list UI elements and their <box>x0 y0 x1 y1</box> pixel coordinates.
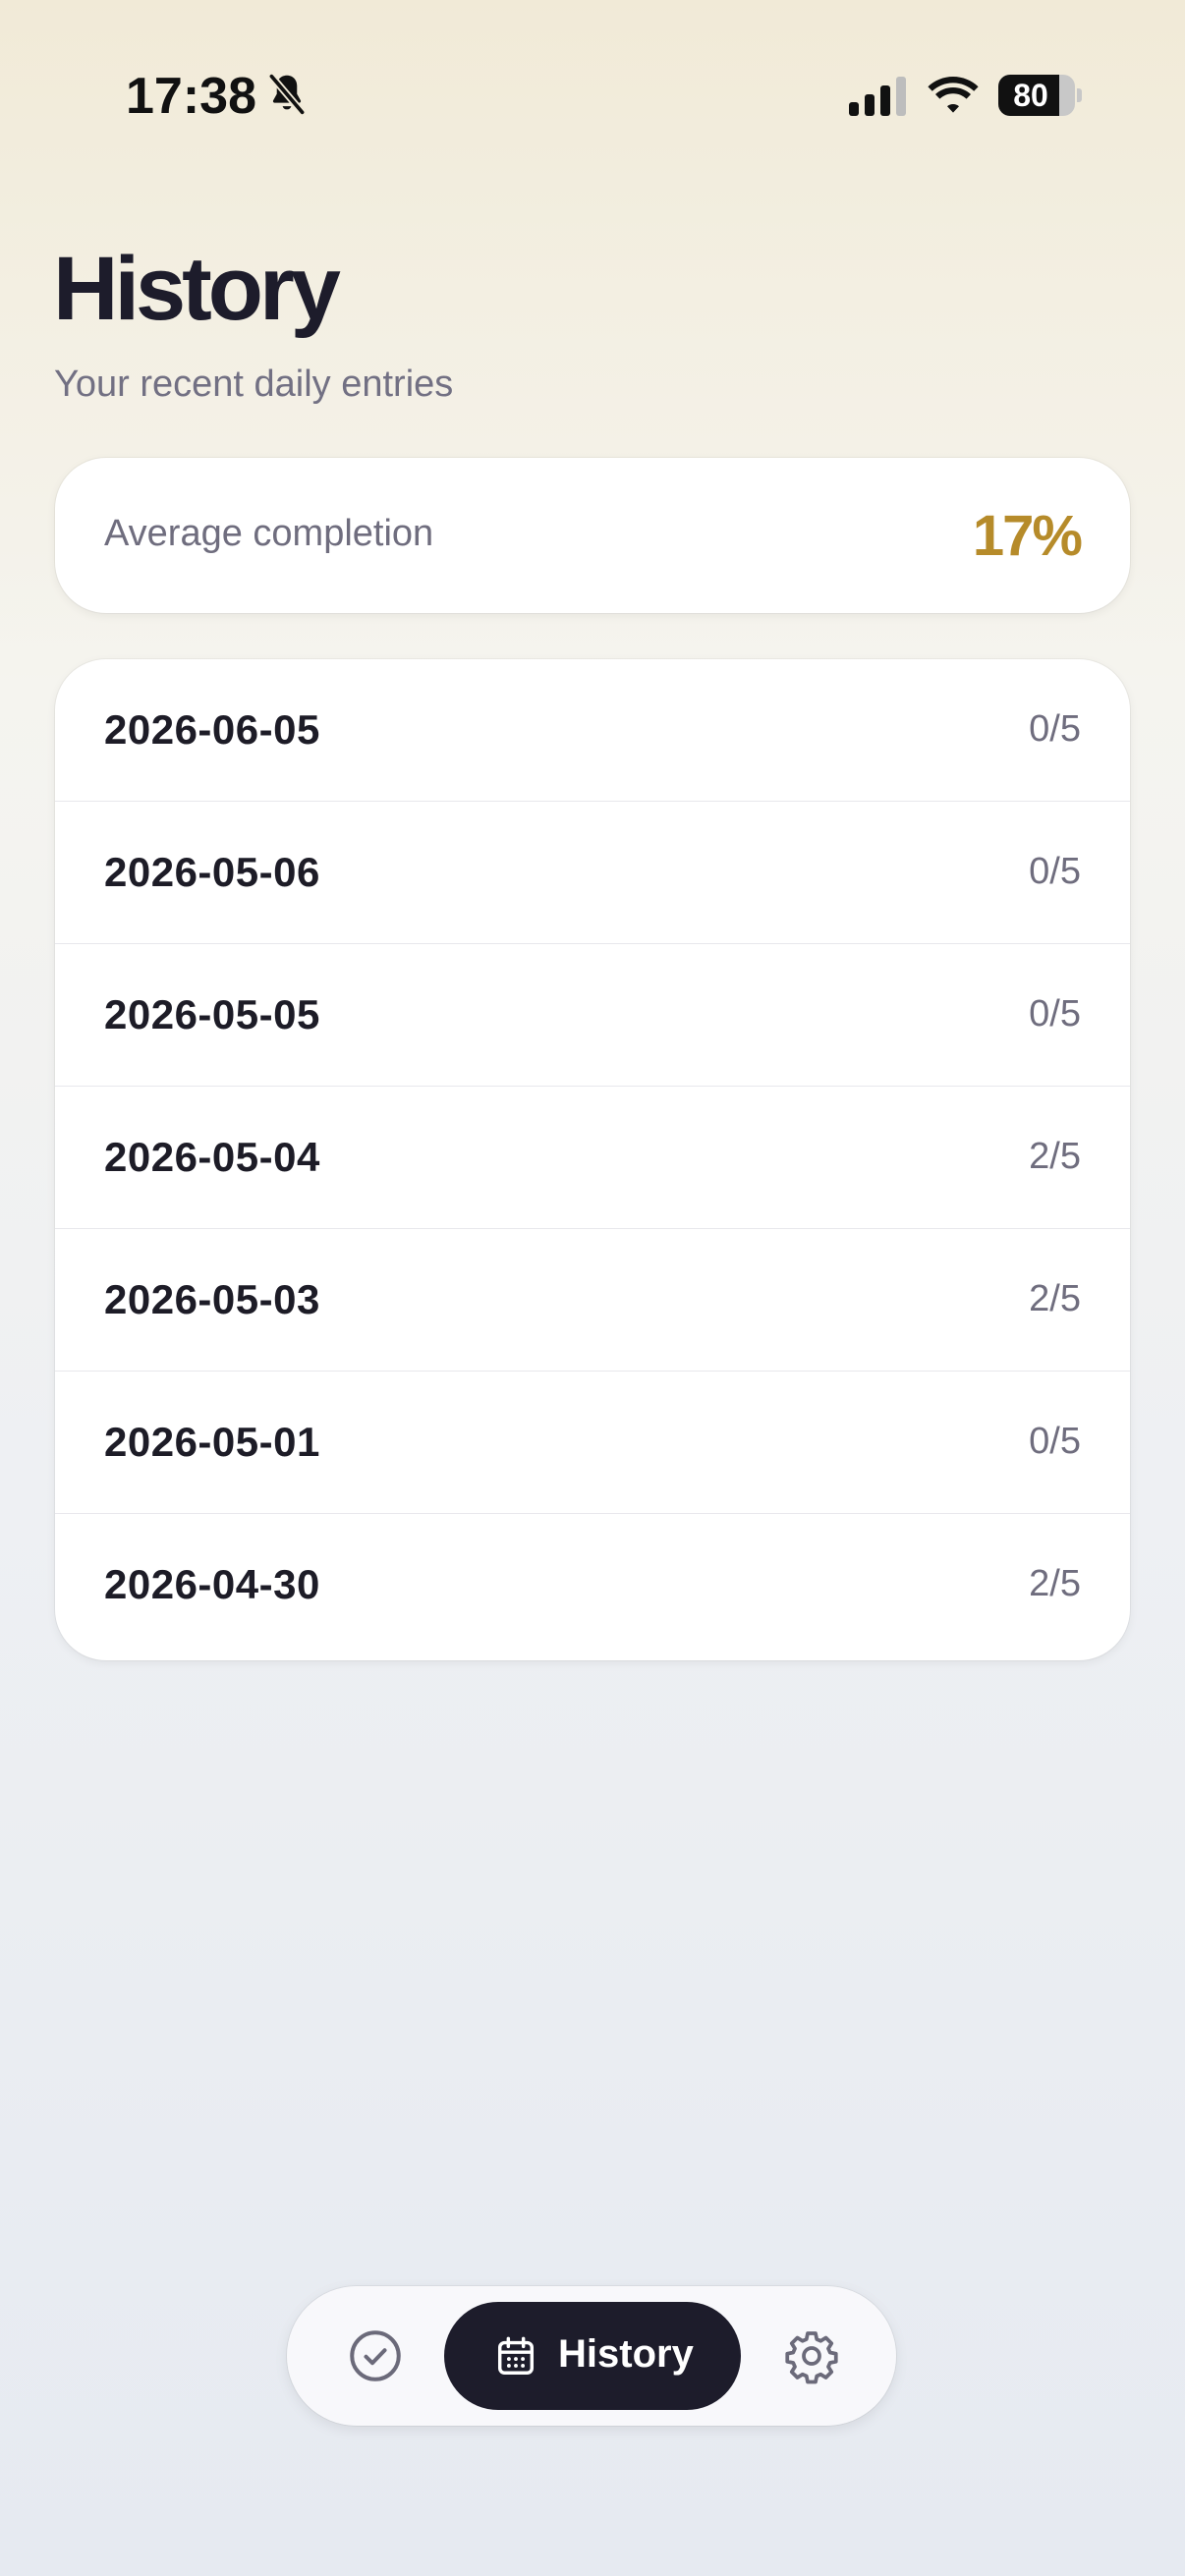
signal-icon <box>849 77 906 116</box>
entry-score: 2/5 <box>1029 1278 1081 1319</box>
history-list: 2026-06-05 0/5 2026-05-06 0/5 2026-05-05… <box>55 659 1130 1660</box>
entry-score: 0/5 <box>1029 993 1081 1035</box>
history-row[interactable]: 2026-05-01 0/5 <box>55 1372 1130 1514</box>
entry-date: 2026-05-06 <box>104 849 320 895</box>
battery-icon: 80 <box>998 75 1082 116</box>
entry-date: 2026-05-05 <box>104 991 320 1037</box>
tab-today-check-circle-icon[interactable] <box>346 2326 405 2385</box>
history-row[interactable]: 2026-04-30 2/5 <box>55 1514 1130 1656</box>
entry-score: 0/5 <box>1029 1421 1081 1462</box>
history-row[interactable]: 2026-05-05 0/5 <box>55 944 1130 1087</box>
calendar-icon <box>497 2336 535 2375</box>
history-row[interactable]: 2026-05-03 2/5 <box>55 1229 1130 1372</box>
history-row[interactable]: 2026-06-05 0/5 <box>55 659 1130 802</box>
battery-level: 80 <box>1013 78 1048 113</box>
tab-history-label: History <box>558 2332 694 2376</box>
bell-slash-icon <box>267 73 307 117</box>
history-row[interactable]: 2026-05-04 2/5 <box>55 1087 1130 1229</box>
page-subtitle: Your recent daily entries <box>54 364 454 405</box>
battery-body: 80 <box>998 75 1075 116</box>
status-bar: 17:38 80 <box>0 0 1185 138</box>
battery-cap <box>1077 88 1082 102</box>
entry-date: 2026-05-04 <box>104 1134 320 1180</box>
tab-history[interactable]: History <box>444 2302 741 2410</box>
entry-score: 0/5 <box>1029 851 1081 892</box>
tab-bar: History <box>287 2286 896 2426</box>
entry-date: 2026-04-30 <box>104 1561 320 1607</box>
entry-score: 2/5 <box>1029 1563 1081 1604</box>
average-completion-label: Average completion <box>104 513 434 554</box>
entry-date: 2026-05-03 <box>104 1276 320 1322</box>
entry-date: 2026-06-05 <box>104 706 320 753</box>
entry-date: 2026-05-01 <box>104 1419 320 1465</box>
tab-settings-gear-icon[interactable] <box>782 2326 841 2385</box>
average-completion-card: Average completion 17% <box>55 458 1130 613</box>
entry-score: 2/5 <box>1029 1136 1081 1177</box>
page-title: History <box>53 239 341 339</box>
entry-score: 0/5 <box>1029 708 1081 750</box>
average-completion-value: 17% <box>972 504 1083 568</box>
wifi-icon <box>928 77 979 113</box>
status-time: 17:38 <box>126 68 256 125</box>
history-row[interactable]: 2026-05-06 0/5 <box>55 802 1130 944</box>
